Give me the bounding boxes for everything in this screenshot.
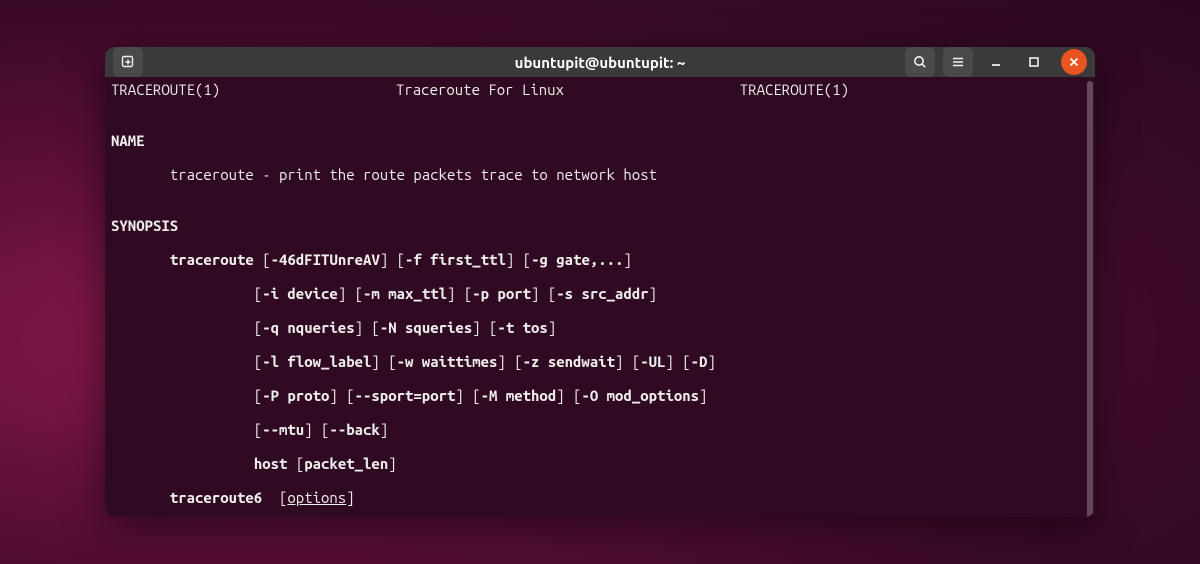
minimize-icon xyxy=(989,55,1003,69)
man-header-right: TRACEROUTE(1) xyxy=(740,81,1089,98)
scrollbar[interactable] xyxy=(1085,81,1095,517)
terminal-window: ubuntupit@ubuntupit: ~ xyxy=(105,47,1095,517)
maximize-icon xyxy=(1027,55,1041,69)
close-icon xyxy=(1068,56,1080,68)
new-tab-button[interactable] xyxy=(113,47,143,77)
man-header-mid: Traceroute For Linux xyxy=(220,81,740,98)
scrollbar-thumb[interactable] xyxy=(1087,81,1093,517)
search-icon xyxy=(912,54,928,70)
section-synopsis: SYNOPSIS xyxy=(111,217,178,234)
terminal-output[interactable]: TRACEROUTE(1)Traceroute For LinuxTRACERO… xyxy=(105,77,1095,517)
window-title: ubuntupit@ubuntupit: ~ xyxy=(515,54,686,71)
hamburger-icon xyxy=(950,54,966,70)
man-header-left: TRACEROUTE(1) xyxy=(111,81,220,98)
close-button[interactable] xyxy=(1061,49,1087,75)
section-name: NAME xyxy=(111,132,145,149)
menu-button[interactable] xyxy=(943,47,973,77)
maximize-button[interactable] xyxy=(1019,47,1049,77)
titlebar: ubuntupit@ubuntupit: ~ xyxy=(105,47,1095,77)
search-button[interactable] xyxy=(905,47,935,77)
name-body: traceroute - print the route packets tra… xyxy=(111,166,1089,183)
minimize-button[interactable] xyxy=(981,47,1011,77)
